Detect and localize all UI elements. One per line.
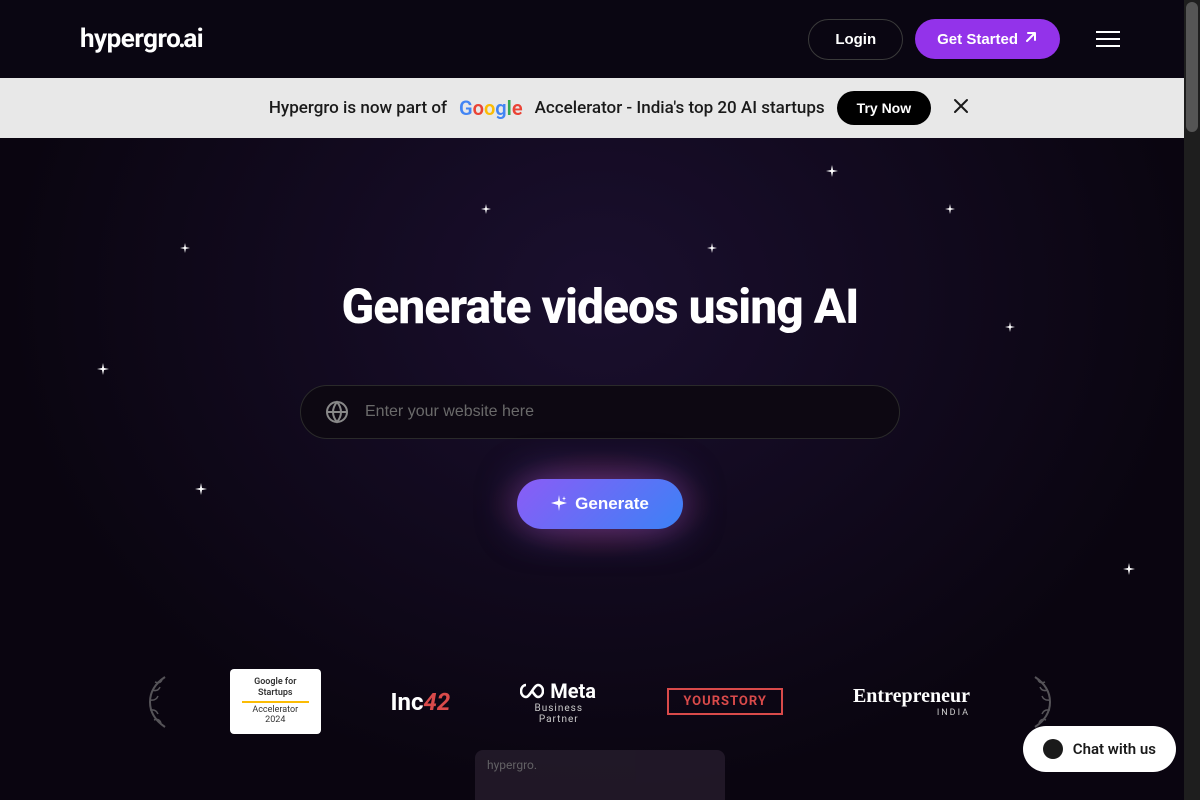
hero-section: Generate videos using AI Generate: [0, 138, 1200, 529]
scrollbar-thumb[interactable]: [1186, 2, 1198, 132]
announcement-text-before: Hypergro is now part of: [269, 98, 447, 118]
chat-label: Chat with us: [1073, 740, 1156, 758]
inc42-logo: Inc42: [391, 688, 451, 716]
google-logo: Google: [459, 96, 523, 120]
partner-logos: Google for Startups Accelerator 2024 Inc…: [230, 669, 970, 734]
scrollbar[interactable]: [1184, 0, 1200, 800]
get-started-label: Get Started: [937, 31, 1018, 48]
logo-text: hypergro: [80, 24, 180, 54]
partners-section: Google for Startups Accelerator 2024 Inc…: [0, 669, 1200, 734]
get-started-button[interactable]: Get Started: [915, 19, 1060, 59]
hamburger-menu-icon[interactable]: [1096, 31, 1120, 47]
globe-icon: [325, 400, 349, 424]
chat-widget-button[interactable]: Chat with us: [1023, 726, 1176, 772]
google-badge-top: Google for Startups: [242, 677, 309, 703]
meta-partner-logo: Meta Business Partner: [520, 679, 597, 725]
arrow-up-right-icon: [1024, 30, 1038, 48]
logo[interactable]: hypergro.ai: [80, 24, 203, 54]
header-actions: Login Get Started: [808, 19, 1120, 60]
meta-infinity-icon: [520, 683, 544, 699]
generate-label: Generate: [575, 494, 649, 514]
announcement-text-after: Accelerator - India's top 20 AI startups: [535, 98, 825, 118]
header: hypergro.ai Login Get Started: [0, 0, 1200, 78]
try-now-button[interactable]: Try Now: [837, 91, 931, 125]
google-badge-bottom: Accelerator 2024: [242, 705, 309, 727]
website-input[interactable]: [365, 403, 875, 421]
close-icon[interactable]: [952, 96, 970, 120]
google-startups-badge: Google for Startups Accelerator 2024: [230, 669, 321, 734]
video-preview-card: hypergro.: [475, 750, 725, 800]
yourstory-logo: YOURSTORY: [667, 688, 783, 715]
announcement-bar: Hypergro is now part of Google Accelerat…: [0, 78, 1200, 138]
login-button[interactable]: Login: [808, 19, 903, 60]
video-preview-logo: hypergro.: [487, 758, 713, 772]
laurel-right-icon: [1030, 672, 1060, 732]
generate-button[interactable]: Generate: [517, 479, 683, 529]
sparkle-icon: [551, 495, 567, 514]
hero-title: Generate videos using AI: [0, 278, 1200, 335]
chat-bubble-icon: [1043, 739, 1063, 759]
logo-suffix: ai: [183, 24, 203, 54]
website-input-container: [300, 385, 900, 439]
laurel-left-icon: [140, 672, 170, 732]
entrepreneur-logo: Entrepreneur INDIA: [853, 685, 970, 718]
